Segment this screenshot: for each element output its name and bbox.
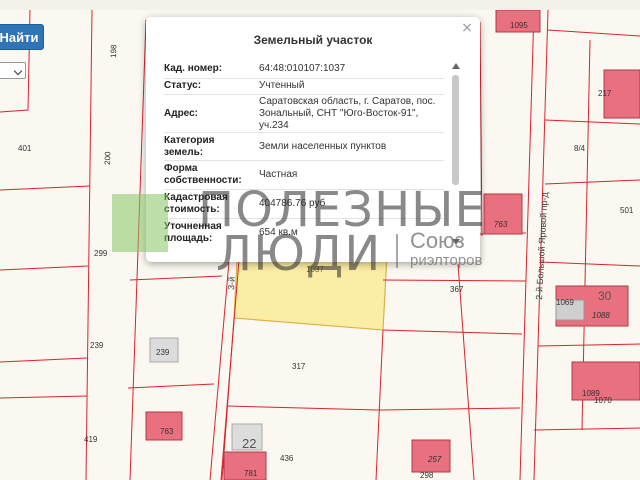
parcel-label: 1069 xyxy=(556,298,574,307)
parcel-label: 1095 xyxy=(510,21,528,30)
top-toolbar-strip xyxy=(0,0,640,10)
scroll-up-icon[interactable] xyxy=(452,63,460,69)
parcel-label: 763 xyxy=(160,427,174,436)
parcel-label: 8/4 xyxy=(574,144,586,153)
find-button[interactable]: Найти xyxy=(0,24,44,50)
watermark-org: Союз xyxy=(410,228,465,253)
parcel-label: 198 xyxy=(109,44,118,58)
watermark-square-icon xyxy=(112,194,168,252)
watermark-divider xyxy=(396,234,398,268)
row-value: 64:48:010107:1037 xyxy=(259,63,346,74)
popup-title: Земельный участок xyxy=(253,33,373,47)
row-separator xyxy=(164,94,444,95)
parcel-label: 239 xyxy=(156,348,170,357)
parcel-label: 419 xyxy=(84,435,98,444)
parcel-label: 257 xyxy=(427,455,442,464)
row-value: Частная xyxy=(259,169,298,180)
scroll-thumb[interactable] xyxy=(452,75,459,185)
row-label: Статус: xyxy=(164,80,202,91)
parcel-label: 298 xyxy=(420,471,434,480)
parcel-label: 501 xyxy=(620,206,634,215)
parcel-label: 367 xyxy=(450,285,464,294)
row-value: Учтенный xyxy=(259,80,305,91)
row-label: Категория земель: xyxy=(164,135,215,158)
row-separator xyxy=(164,160,444,161)
parcel-label: 317 xyxy=(292,362,306,371)
row-label: Кад. номер: xyxy=(164,63,223,74)
parcel-label: 217 xyxy=(598,89,612,98)
row-separator xyxy=(164,78,444,79)
layer-select[interactable] xyxy=(0,62,26,79)
parcel-label: 1088 xyxy=(592,311,610,320)
parcel-label: 22 xyxy=(242,436,256,451)
parcel-label: 299 xyxy=(94,249,108,258)
row-label: Адрес: xyxy=(164,108,198,119)
row-value: Земли населенных пунктов xyxy=(259,141,387,152)
parcel-label: 239 xyxy=(90,341,104,350)
row-value: Саратовская область, г. Саратов, пос. Зо… xyxy=(259,96,436,131)
parcel-label: 1070 xyxy=(594,396,612,405)
parcel-label: 30 xyxy=(598,289,612,303)
row-separator xyxy=(164,132,444,133)
watermark-logo: ПОЛЕЗНЫЕ ЛЮДИ Союз риэлторов xyxy=(112,182,532,282)
parcel-label: 200 xyxy=(103,151,112,165)
parcel-label: 436 xyxy=(280,454,294,463)
watermark-line2: ЛЮДИ xyxy=(216,226,382,282)
watermark-org-sub: риэлторов xyxy=(410,252,483,269)
parcel-label: 781 xyxy=(244,469,258,478)
close-icon[interactable]: × xyxy=(460,21,474,35)
parcel-label: 401 xyxy=(18,144,32,153)
